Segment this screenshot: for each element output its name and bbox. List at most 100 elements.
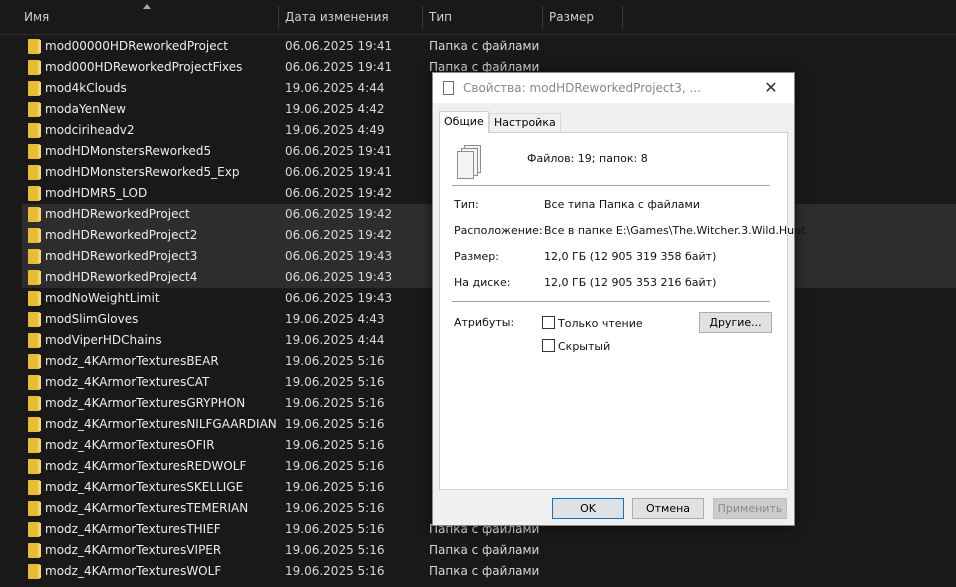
- readonly-label[interactable]: Только чтение: [558, 317, 643, 330]
- file-date: 19.06.2025 5:16: [285, 375, 385, 389]
- disk-size-value: 12,0 ГБ (12 905 353 216 байт): [544, 276, 717, 289]
- divider: [452, 301, 770, 302]
- file-name: modHDReworkedProject2: [45, 228, 198, 242]
- file-date: 19.06.2025 5:16: [285, 396, 385, 410]
- readonly-checkbox[interactable]: [542, 316, 555, 329]
- folder-icon: [28, 249, 41, 264]
- file-date: 19.06.2025 5:16: [285, 438, 385, 452]
- folder-icon: [28, 480, 41, 495]
- folder-icon: [28, 438, 41, 453]
- file-name: modHDReworkedProject4: [45, 270, 198, 284]
- column-divider[interactable]: [622, 6, 623, 28]
- file-date: 19.06.2025 5:16: [285, 480, 385, 494]
- dialog-title: Свойства: modHDReworkedProject3, ...: [463, 81, 701, 95]
- apply-button[interactable]: Применить: [713, 498, 787, 519]
- close-button[interactable]: ✕: [748, 73, 794, 103]
- file-name: mod000HDReworkedProjectFixes: [45, 60, 243, 74]
- file-date: 06.06.2025 19:43: [285, 270, 393, 284]
- file-name: modHDMR5_LOD: [45, 186, 148, 200]
- file-date: 06.06.2025 19:42: [285, 228, 393, 242]
- file-name: modz_4KArmorTexturesSKELLIGE: [45, 480, 244, 494]
- column-divider[interactable]: [278, 6, 279, 28]
- folder-icon: [28, 102, 41, 117]
- folder-icon: [28, 291, 41, 306]
- ok-button[interactable]: OK: [552, 498, 624, 519]
- folder-icon: [28, 228, 41, 243]
- file-name: modz_4KArmorTexturesWOLF: [45, 564, 222, 578]
- folder-icon: [28, 501, 41, 516]
- folder-icon: [28, 165, 41, 180]
- file-date: 19.06.2025 4:43: [285, 312, 385, 326]
- documents-icon: [443, 78, 457, 95]
- file-name: modz_4KArmorTexturesGRYPHON: [45, 396, 246, 410]
- folder-icon: [28, 543, 41, 558]
- disk-size-label: На диске:: [454, 276, 511, 289]
- file-row[interactable]: mod00000HDReworkedProject 06.06.2025 19:4…: [22, 36, 956, 57]
- sort-ascending-icon: [143, 4, 151, 9]
- files-folders-count: Файлов: 19; папок: 8: [527, 152, 648, 165]
- column-divider[interactable]: [542, 6, 543, 28]
- file-type: Папка с файлами: [429, 543, 540, 557]
- hidden-checkbox[interactable]: [542, 339, 555, 352]
- column-header-date[interactable]: Дата изменения: [285, 0, 389, 34]
- cancel-button[interactable]: Отмена: [632, 498, 704, 519]
- file-row[interactable]: modz_4KArmorTexturesWOLF 19.06.2025 5:16 П…: [22, 561, 956, 582]
- other-attributes-button[interactable]: Другие...: [699, 312, 772, 333]
- folder-icon: [28, 123, 41, 138]
- file-date: 19.06.2025 5:16: [285, 354, 385, 368]
- folder-icon: [28, 60, 41, 75]
- file-date: 06.06.2025 19:41: [285, 165, 393, 179]
- folder-icon: [28, 81, 41, 96]
- file-name: modz_4KArmorTexturesCAT: [45, 375, 210, 389]
- file-date: 06.06.2025 19:42: [285, 186, 393, 200]
- file-type: Папка с файлами: [429, 39, 540, 53]
- file-date: 19.06.2025 5:16: [285, 459, 385, 473]
- folder-icon: [28, 564, 41, 579]
- file-date: 19.06.2025 5:16: [285, 522, 385, 536]
- general-tab-panel: Файлов: 19; папок: 8 Тип: Все типа Папка…: [439, 132, 805, 490]
- size-value: 12,0 ГБ (12 905 319 358 байт): [544, 250, 717, 263]
- folder-icon: [28, 522, 41, 537]
- file-type: Папка с файлами: [429, 564, 540, 578]
- folder-icon: [28, 312, 41, 327]
- file-name: mod4kClouds: [45, 81, 127, 95]
- file-date: 19.06.2025 4:49: [285, 123, 385, 137]
- column-header-type[interactable]: Тип: [429, 0, 452, 34]
- hidden-label[interactable]: Скрытый: [558, 340, 610, 353]
- column-divider[interactable]: [422, 6, 423, 28]
- file-date: 19.06.2025 4:44: [285, 333, 385, 347]
- folder-icon: [28, 39, 41, 54]
- tab-general[interactable]: Общие: [439, 111, 489, 133]
- tab-customize[interactable]: Настройка: [489, 113, 561, 132]
- folder-icon: [28, 417, 41, 432]
- file-date: 19.06.2025 4:44: [285, 81, 385, 95]
- file-name: modViperHDChains: [45, 333, 162, 347]
- file-name: modz_4KArmorTexturesREDWOLF: [45, 459, 247, 473]
- dialog-titlebar[interactable]: Свойства: modHDReworkedProject3, ... ✕: [433, 73, 794, 103]
- file-date: 19.06.2025 5:16: [285, 564, 385, 578]
- file-date: 06.06.2025 19:43: [285, 249, 393, 263]
- folder-icon: [28, 207, 41, 222]
- file-date: 19.06.2025 5:16: [285, 417, 385, 431]
- file-date: 19.06.2025 5:16: [285, 501, 385, 515]
- column-header-size[interactable]: Размер: [549, 0, 594, 34]
- column-header-bar: Имя Дата изменения Тип Размер: [0, 0, 956, 35]
- folder-icon: [28, 333, 41, 348]
- column-header-name[interactable]: Имя: [24, 0, 49, 34]
- file-name: modz_4KArmorTexturesOFIR: [45, 438, 215, 452]
- file-name: modz_4KArmorTexturesVIPER: [45, 543, 222, 557]
- folder-icon: [28, 396, 41, 411]
- navigation-pane-edge: [0, 0, 22, 587]
- file-name: modHDMonstersReworked5_Exp: [45, 165, 240, 179]
- folder-icon: [28, 270, 41, 285]
- file-date: 19.06.2025 4:42: [285, 102, 385, 116]
- properties-dialog: Свойства: modHDReworkedProject3, ... ✕ О…: [432, 72, 805, 526]
- file-name: modz_4KArmorTexturesTEMERIAN: [45, 501, 249, 515]
- file-name: modHDReworkedProject3: [45, 249, 198, 263]
- file-row[interactable]: modz_4KArmorTexturesVIPER 19.06.2025 5:16…: [22, 540, 956, 561]
- folder-icon: [28, 459, 41, 474]
- file-name: modNoWeightLimit: [45, 291, 160, 305]
- file-date: 06.06.2025 19:41: [285, 60, 393, 74]
- file-name: mod00000HDReworkedProject: [45, 39, 228, 53]
- attributes-label: Атрибуты:: [454, 316, 515, 329]
